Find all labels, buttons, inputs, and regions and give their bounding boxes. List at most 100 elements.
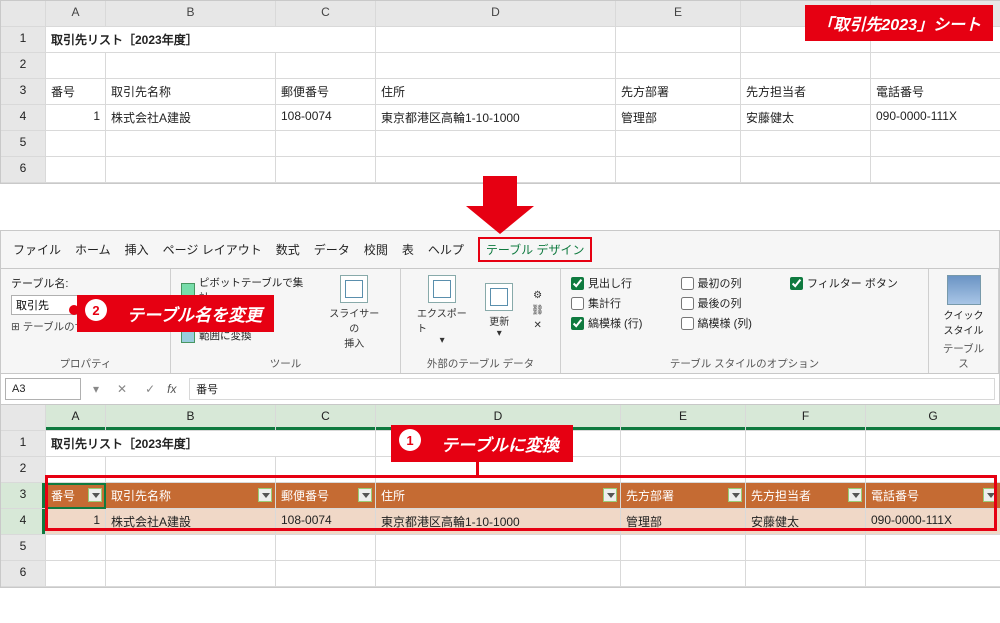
cell[interactable] [746,431,866,457]
corner-cell[interactable] [1,1,46,27]
tab-formula[interactable]: 数式 [276,241,300,258]
cell[interactable] [376,535,621,561]
cell[interactable] [276,53,376,79]
tab-table-design[interactable]: テーブル デザイン [478,237,593,262]
thdr-a[interactable]: 番号 [46,483,106,509]
row-5[interactable]: 5 [1,131,46,157]
corner-cell[interactable] [1,405,46,431]
cell[interactable] [866,431,1000,457]
col-D[interactable]: D [376,1,616,27]
cell[interactable] [276,561,376,587]
name-box[interactable]: A3 [5,378,81,400]
cell-title[interactable]: 取引先リスト［2023年度］ [46,27,376,53]
cb-first-col[interactable]: 最初の列 [681,275,773,291]
cell[interactable] [276,457,376,483]
cell[interactable] [616,131,741,157]
tab-help[interactable]: ヘルプ [428,241,464,258]
tab-review[interactable]: 校閲 [364,241,388,258]
dcell[interactable]: 090-0000-111X [871,105,1000,131]
filter-icon[interactable] [848,488,862,502]
cell[interactable] [616,27,741,53]
tcell[interactable]: 安藤健太 [746,509,866,535]
tab-insert[interactable]: 挿入 [125,241,149,258]
col-B[interactable]: B [106,1,276,27]
cell[interactable] [46,131,106,157]
thdr-d[interactable]: 住所 [376,483,621,509]
cell[interactable] [46,53,106,79]
cell[interactable] [46,157,106,183]
cell[interactable] [376,561,621,587]
cell[interactable] [106,561,276,587]
dcell[interactable]: 108-0074 [276,105,376,131]
tab-data[interactable]: データ [314,241,350,258]
filter-icon[interactable] [258,488,272,502]
cell[interactable] [746,535,866,561]
fx-icon[interactable]: fx [167,382,183,396]
thdr-b[interactable]: 取引先名称 [106,483,276,509]
cell[interactable] [46,457,106,483]
row-1[interactable]: 1 [1,431,46,457]
cell[interactable] [106,535,276,561]
col-A[interactable]: A [46,1,106,27]
col-C[interactable]: C [276,1,376,27]
tab-file[interactable]: ファイル [13,241,61,258]
tab-layout[interactable]: ページ レイアウト [163,241,262,258]
cell[interactable] [871,131,1000,157]
tcell[interactable]: 株式会社A建設 [106,509,276,535]
cell[interactable] [621,535,746,561]
cb-total-row[interactable]: 集計行 [571,295,663,311]
thdr-c[interactable]: 郵便番号 [276,483,376,509]
col-B[interactable]: B [106,405,276,431]
tcell[interactable]: 管理部 [621,509,746,535]
cell[interactable] [746,561,866,587]
cb-header-row[interactable]: 見出し行 [571,275,663,291]
filter-icon[interactable] [88,488,102,502]
dcell[interactable]: 安藤健太 [741,105,871,131]
tcell[interactable]: 108-0074 [276,509,376,535]
cell[interactable] [46,535,106,561]
cell[interactable] [746,457,866,483]
col-E[interactable]: E [621,405,746,431]
hcell[interactable]: 郵便番号 [276,79,376,105]
cell[interactable] [276,157,376,183]
check-icon[interactable]: ✓ [139,382,161,396]
cell[interactable] [866,561,1000,587]
cell[interactable] [621,457,746,483]
row-1[interactable]: 1 [1,27,46,53]
cb-filter-btn[interactable]: フィルター ボタン [790,275,918,291]
cell[interactable] [871,53,1000,79]
row-2[interactable]: 2 [1,457,46,483]
dcell[interactable]: 1 [46,105,106,131]
cell[interactable] [616,157,741,183]
row-6[interactable]: 6 [1,561,46,587]
cell[interactable] [741,157,871,183]
formula-input[interactable]: 番号 [189,378,995,400]
btn-export[interactable]: エクスポート▾ [411,275,473,346]
col-C[interactable]: C [276,405,376,431]
cell[interactable] [621,431,746,457]
cell[interactable] [621,561,746,587]
dcell[interactable]: 株式会社A建設 [106,105,276,131]
cell[interactable] [276,131,376,157]
thdr-g[interactable]: 電話番号 [866,483,1000,509]
cell[interactable] [106,53,276,79]
hcell[interactable]: 先方部署 [616,79,741,105]
filter-icon[interactable] [358,488,372,502]
row-4[interactable]: 4 [1,509,46,535]
cell[interactable] [106,157,276,183]
filter-icon[interactable] [983,488,997,502]
cell[interactable] [866,457,1000,483]
tab-home[interactable]: ホーム [75,241,111,258]
hcell[interactable]: 住所 [376,79,616,105]
cell[interactable] [376,131,616,157]
hcell[interactable]: 電話番号 [871,79,1000,105]
link-icons[interactable]: ⚙⛓✕ [525,290,550,331]
cancel-icon[interactable]: ✕ [111,382,133,396]
tab-view[interactable]: 表 [402,241,414,258]
cell[interactable] [741,131,871,157]
thdr-f[interactable]: 先方担当者 [746,483,866,509]
dropdown-icon[interactable]: ▾ [87,382,105,396]
cell[interactable] [616,53,741,79]
row-3[interactable]: 3 [1,79,46,105]
cell[interactable] [741,53,871,79]
